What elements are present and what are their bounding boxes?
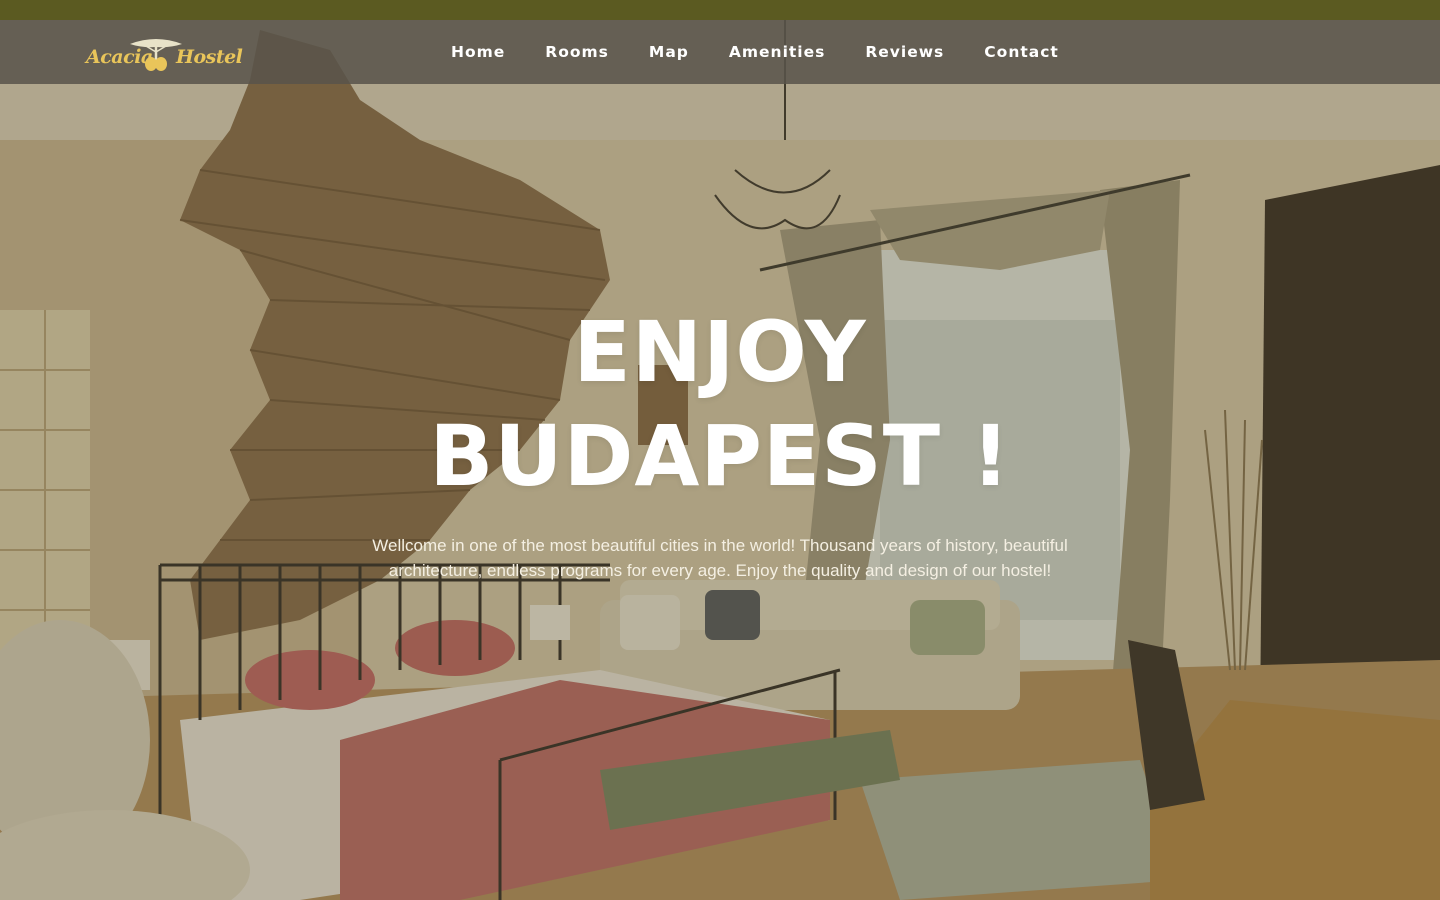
nav-link-rooms[interactable]: Rooms xyxy=(545,43,609,61)
hero-title-line1: ENJOY xyxy=(573,303,867,401)
logo-text-hostel: Hostel xyxy=(176,46,243,68)
hero-title-line2: BUDAPEST ! xyxy=(429,407,1011,505)
page: Acacia Hostel Home Rooms Map Amenities R… xyxy=(0,0,1440,900)
nav-link-map[interactable]: Map xyxy=(649,43,689,61)
hero-title: ENJOY BUDAPEST ! xyxy=(0,300,1440,508)
main-nav: Home Rooms Map Amenities Reviews Contact xyxy=(451,20,1059,84)
hero-description: Wellcome in one of the most beautiful ci… xyxy=(372,536,1068,580)
navbar: Acacia Hostel Home Rooms Map Amenities R… xyxy=(0,20,1440,84)
nav-link-contact[interactable]: Contact xyxy=(984,43,1059,61)
logo[interactable]: Acacia Hostel xyxy=(86,34,243,74)
top-strip xyxy=(0,0,1440,20)
nav-link-amenities[interactable]: Amenities xyxy=(729,43,825,61)
nav-link-home[interactable]: Home xyxy=(451,43,505,61)
nav-link-reviews[interactable]: Reviews xyxy=(865,43,944,61)
